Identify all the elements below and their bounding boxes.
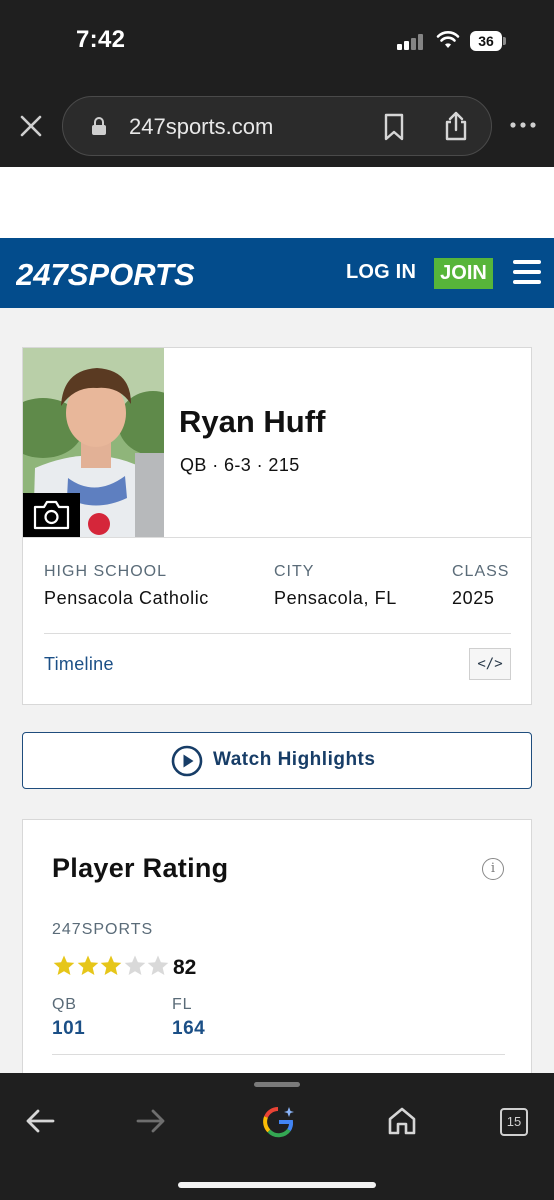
login-link[interactable]: LOG IN: [346, 261, 416, 284]
star-icon: [147, 955, 169, 975]
class-value: 2025: [452, 588, 495, 608]
player-profile-card: Ryan Huff QB · 6-3 · 215 HIGH SCHOOL Pen…: [22, 347, 532, 705]
back-icon[interactable]: [24, 1106, 56, 1136]
divider: [23, 537, 531, 538]
site-logo-text: 247SPORTS: [16, 257, 195, 292]
divider: [44, 633, 511, 634]
share-icon[interactable]: [443, 111, 469, 141]
divider: [52, 1054, 505, 1055]
battery-icon: 36: [470, 31, 506, 51]
browser-top-chrome: 7:42 36 247sports.com: [0, 0, 554, 167]
site-logo[interactable]: 247SPORTS: [16, 254, 210, 292]
battery-level: 36: [470, 31, 502, 51]
class-label: CLASS: [452, 563, 510, 580]
browser-bottom-toolbar: 15: [0, 1073, 554, 1200]
tabs-icon[interactable]: 15: [500, 1108, 528, 1136]
watch-highlights-label: Watch Highlights: [213, 749, 376, 770]
more-icon[interactable]: [510, 117, 536, 133]
forward-icon[interactable]: [135, 1106, 167, 1136]
signal-icon: [397, 34, 425, 50]
camera-button[interactable]: [23, 493, 80, 537]
home-icon[interactable]: [387, 1106, 417, 1136]
star-icon: [124, 955, 145, 975]
state-rank-value[interactable]: 164: [172, 1018, 205, 1040]
menu-icon[interactable]: [513, 260, 541, 284]
google-icon[interactable]: [261, 1105, 295, 1139]
lock-icon: [92, 117, 106, 135]
bookmark-icon[interactable]: [383, 113, 405, 141]
site-header: 247SPORTS LOG IN JOIN: [0, 238, 554, 308]
player-position-height-weight: QB · 6-3 · 215: [180, 455, 300, 475]
watch-highlights-button[interactable]: Watch Highlights: [22, 732, 532, 789]
star-icon: [100, 955, 122, 975]
high-school-value[interactable]: Pensacola Catholic: [44, 588, 209, 609]
city-value: Pensacola, FL: [274, 588, 397, 608]
ad-strip: [0, 167, 554, 238]
tab-count: 15: [506, 1114, 522, 1129]
camera-icon: [33, 500, 70, 530]
drag-handle[interactable]: [254, 1082, 300, 1087]
code-icon: </>: [477, 656, 503, 672]
join-button[interactable]: JOIN: [434, 258, 493, 289]
play-icon: [171, 745, 203, 777]
position-rank-value[interactable]: 101: [52, 1018, 85, 1040]
rating-score: 82: [173, 956, 197, 979]
player-photo[interactable]: [23, 348, 164, 537]
star-icon: [53, 955, 75, 975]
player-rating-title: Player Rating: [52, 853, 229, 883]
url-text[interactable]: 247sports.com: [129, 114, 273, 140]
home-indicator: [178, 1182, 376, 1188]
wifi-icon: [436, 31, 460, 48]
player-name: Ryan Huff: [179, 404, 326, 439]
position-rank-label: QB: [52, 996, 77, 1013]
close-icon[interactable]: [18, 113, 44, 139]
address-bar[interactable]: 247sports.com: [62, 96, 492, 156]
city-label: CITY: [274, 563, 315, 580]
info-icon[interactable]: i: [482, 858, 504, 880]
rating-source-label: 247SPORTS: [52, 921, 154, 938]
star-icon: [77, 955, 98, 975]
embed-code-button[interactable]: </>: [469, 648, 511, 680]
status-bar: 7:42 36: [0, 0, 554, 84]
state-rank-label: FL: [172, 996, 193, 1013]
high-school-label: HIGH SCHOOL: [44, 563, 168, 580]
timeline-link[interactable]: Timeline: [44, 654, 114, 675]
status-time: 7:42: [76, 26, 126, 53]
